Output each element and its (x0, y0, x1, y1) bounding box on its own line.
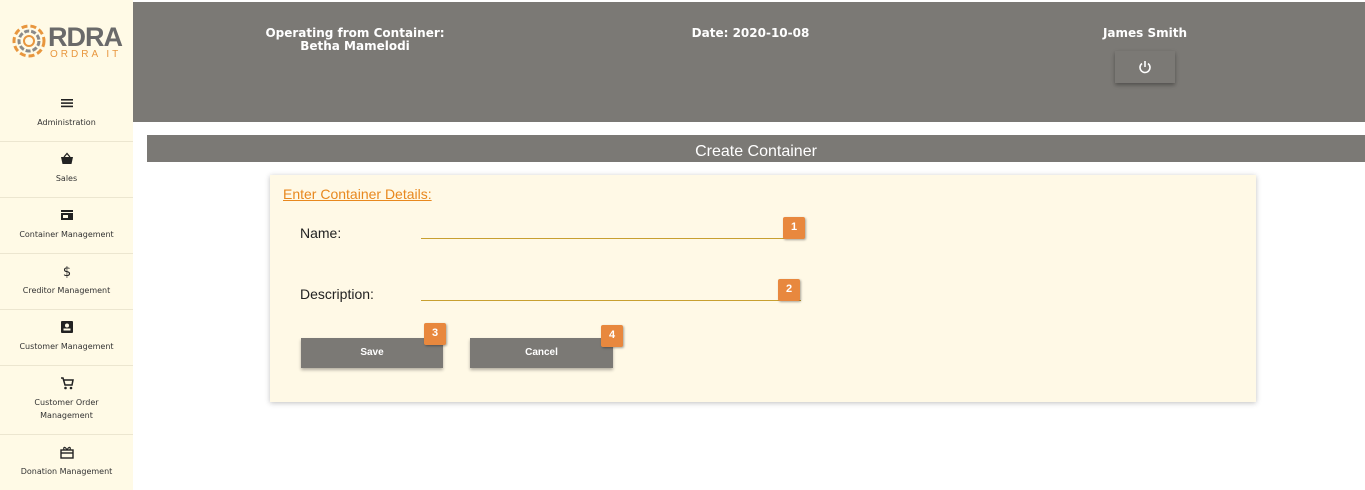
brand-sub: ORDRA IT (50, 49, 122, 60)
power-icon (1139, 61, 1151, 74)
sidebar-item-administration[interactable]: Administration (0, 96, 133, 142)
basket-icon (60, 152, 73, 164)
sidebar-item-customer-order-management[interactable]: Customer Order Management (0, 376, 133, 435)
cart-icon (60, 377, 74, 390)
sidebar-item-label: Sales (55, 174, 78, 183)
page-title: Create Container (147, 135, 1365, 162)
description-label: Description: (300, 286, 374, 302)
save-button[interactable]: Save (301, 338, 443, 368)
brand-logo: RDRA ORDRA IT (10, 20, 125, 65)
sidebar-item-label: Customer Order Management (34, 398, 99, 420)
container-form-card: Enter Container Details: Name: 1 Descrip… (270, 175, 1256, 402)
gift-icon (59, 446, 74, 459)
svg-text:$: $ (62, 265, 70, 278)
step-badge-2: 2 (778, 279, 800, 301)
container-info: Operating from Container: Betha Mamelodi (253, 27, 457, 53)
sidebar-item-label: Customer Management (19, 342, 114, 351)
cancel-button[interactable]: Cancel (470, 338, 613, 368)
current-date: Date: 2020-10-08 (691, 26, 810, 40)
sidebar-item-label: Container Management (19, 230, 114, 239)
contact-card-icon (60, 321, 73, 333)
form-heading: Enter Container Details: (283, 186, 432, 202)
step-badge-1: 1 (783, 217, 805, 239)
store-icon (60, 210, 73, 220)
name-label: Name: (300, 225, 342, 241)
app-root: RDRA ORDRA IT Administration Sales Conta… (0, 0, 1365, 490)
description-input[interactable] (421, 279, 801, 301)
container-name: Betha Mamelodi (300, 39, 410, 53)
dollar-icon: $ (62, 265, 70, 278)
sidebar-item-creditor-management[interactable]: $ Creditor Management (0, 264, 133, 310)
sidebar-item-donation-management[interactable]: Donation Management (0, 445, 133, 490)
step-badge-3: 3 (424, 323, 446, 345)
sidebar-item-label: Creditor Management (22, 286, 111, 295)
top-header: Operating from Container: Betha Mamelodi… (133, 2, 1365, 122)
sidebar-item-customer-management[interactable]: Customer Management (0, 320, 133, 366)
user-name: James Smith (1102, 26, 1188, 40)
logout-button[interactable] (1115, 51, 1175, 83)
sidebar-item-container-management[interactable]: Container Management (0, 208, 133, 254)
step-badge-4: 4 (601, 325, 623, 347)
menu-icon (60, 99, 73, 108)
name-input[interactable] (421, 217, 803, 239)
sidebar-item-label: Donation Management (20, 467, 113, 476)
sidebar-item-sales[interactable]: Sales (0, 152, 133, 198)
sidebar-item-label: Administration (37, 118, 96, 127)
logo-swirl-icon (12, 24, 46, 58)
sidebar: RDRA ORDRA IT Administration Sales Conta… (0, 0, 133, 490)
